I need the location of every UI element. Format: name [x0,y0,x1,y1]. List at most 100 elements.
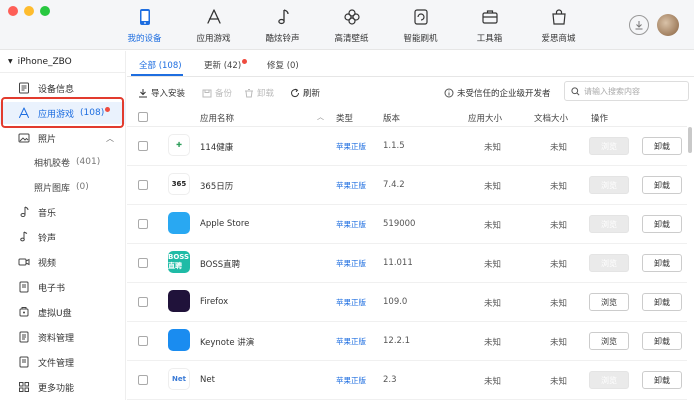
nav-wallpapers[interactable]: 高清壁纸 [317,8,386,44]
import-icon [139,89,147,98]
browse-button[interactable]: 浏览 [589,215,629,233]
doc-size: 未知 [550,338,568,348]
bell-icon [20,231,28,242]
usb-icon [19,307,29,317]
app-icon-text: BOSS 直聘 [168,253,190,270]
sidebar-item-label: 视频 [38,258,57,269]
sidebar-item-photo-library[interactable]: 照片图库 (0) [0,176,126,198]
uninstall-button[interactable]: 卸载 [642,254,682,272]
column-doc-size: 文档大小 [534,114,569,124]
select-all-checkbox[interactable] [138,112,148,122]
row-checkbox[interactable] [138,180,148,190]
device-selector[interactable]: ▼ iPhone_ZBO [0,51,125,73]
table-row[interactable]: Net Net 苹果正版 2.3 未知 未知 浏览 卸载 [127,361,687,400]
sidebar-item-more[interactable]: 更多功能 [0,376,126,398]
toolbar-label: 刷新 [303,89,321,99]
minimize-window-button[interactable] [24,6,34,16]
browse-button[interactable]: 浏览 [589,254,629,272]
untrusted-developer-link[interactable]: 未受信任的企业级开发者 [444,87,551,99]
main-nav: 我的设备 应用游戏 酷炫铃声 高清壁纸 智能刷机 工具箱 爱思商城 [110,8,593,44]
app-version: 12.2.1 [383,336,411,346]
doc-size: 未知 [550,143,568,153]
table-row[interactable]: Keynote 讲演 苹果正版 12.2.1 未知 未知 浏览 卸载 [127,322,687,361]
avatar[interactable] [657,14,679,36]
download-icon [635,21,643,30]
app-type: 苹果正版 [336,220,366,229]
search-box[interactable] [564,81,689,101]
device-info-icon [19,82,29,94]
download-button[interactable] [629,15,649,35]
sidebar-item-ringtones[interactable]: 铃声 [0,226,126,248]
nav-label: 爱思商城 [541,34,576,44]
row-checkbox[interactable] [138,219,148,229]
browse-button[interactable]: 浏览 [589,137,629,155]
table-row[interactable]: ✚ 114健康 苹果正版 1.1.5 未知 未知 浏览 卸载 [127,127,687,166]
uninstall-button[interactable]: 卸载 [642,332,682,350]
sidebar-item-ebooks[interactable]: 电子书 [0,276,126,298]
zoom-window-button[interactable] [40,6,50,16]
import-install-button[interactable]: 导入安装 [138,87,185,99]
sidebar-item-count: (401) [76,157,101,167]
nav-ringtones[interactable]: 酷炫铃声 [248,8,317,44]
browse-button[interactable]: 浏览 [589,371,629,389]
app-size: 未知 [484,143,502,153]
sidebar-item-virtual-usb[interactable]: 虚拟U盘 [0,301,126,323]
refresh-button[interactable]: 刷新 [290,87,320,99]
row-checkbox[interactable] [138,375,148,385]
sidebar-item-music[interactable]: 音乐 [0,201,126,223]
chevron-up-icon[interactable]: ︿ [106,133,114,144]
app-size: 未知 [484,338,502,348]
sidebar-item-camera-roll[interactable]: 相机胶卷 (401) [0,151,126,173]
nav-flash[interactable]: 智能刷机 [386,8,455,44]
row-checkbox[interactable] [138,141,148,151]
main-panel: 全部 (108) 更新 (42) 修复 (0) 导入安装 备份 卸载 刷新 未受… [127,51,694,400]
uninstall-button[interactable]: 卸载 [642,293,682,311]
doc-size: 未知 [550,182,568,192]
nav-toolbox[interactable]: 工具箱 [455,8,524,44]
sidebar-item-data-management[interactable]: 资料管理 [0,326,126,348]
tab-bar: 全部 (108) 更新 (42) 修复 (0) [127,51,694,77]
row-checkbox[interactable] [138,258,148,268]
row-checkbox[interactable] [138,297,148,307]
tab-underline [131,74,183,76]
close-window-button[interactable] [8,6,18,16]
uninstall-button[interactable]: 卸载 [642,137,682,155]
row-checkbox[interactable] [138,336,148,346]
column-app-name[interactable]: 应用名称 [200,112,234,124]
browse-button[interactable]: 浏览 [589,332,629,350]
uninstall-button[interactable]: 卸载 [642,215,682,233]
table-row[interactable]: 365 365日历 苹果正版 7.4.2 未知 未知 浏览 卸载 [127,166,687,205]
backup-button[interactable]: 备份 [202,87,232,99]
sidebar-item-device-info[interactable]: 设备信息 [0,77,126,99]
nav-shop[interactable]: 爱思商城 [524,8,593,44]
table-row[interactable]: Firefox 苹果正版 109.0 未知 未知 浏览 卸载 [127,283,687,322]
browse-button[interactable]: 浏览 [589,293,629,311]
tab-updates[interactable]: 更新 (42) [204,59,248,71]
uninstall-toolbar-button[interactable]: 卸载 [244,87,274,99]
sidebar-item-photos[interactable]: 照片 ︿ [0,127,126,149]
nav-apps-games[interactable]: 应用游戏 [179,8,248,44]
column-app-size: 应用大小 [468,114,503,124]
app-version: 7.4.2 [383,180,405,190]
nav-my-device[interactable]: 我的设备 [110,8,179,44]
toolbar: 导入安装 备份 卸载 刷新 未受信任的企业级开发者 [127,78,694,108]
app-type: 苹果正版 [336,337,366,346]
table-row[interactable]: BOSS 直聘 BOSS直聘 苹果正版 11.011 未知 未知 浏览 卸载 [127,244,687,283]
sidebar-item-file-management[interactable]: 文件管理 [0,351,126,373]
app-size: 未知 [484,182,502,192]
sidebar-item-video[interactable]: 视频 [0,251,126,273]
search-input[interactable] [584,86,684,96]
nav-label: 酷炫铃声 [265,34,300,44]
uninstall-button[interactable]: 卸载 [642,371,682,389]
sidebar-item-label: 更多功能 [38,383,75,394]
uninstall-button[interactable]: 卸载 [642,176,682,194]
search-icon [571,86,580,95]
sort-caret-icon[interactable]: ︿ [317,112,324,122]
scrollbar[interactable] [688,127,692,153]
browse-button[interactable]: 浏览 [589,176,629,194]
app-icon: 365 [168,173,190,195]
tab-repair[interactable]: 修复 (0) [267,59,299,71]
app-icon: Net [168,368,190,390]
table-row[interactable]: Apple Store 苹果正版 519000 未知 未知 浏览 卸载 [127,205,687,244]
tab-all[interactable]: 全部 (108) [139,59,182,71]
